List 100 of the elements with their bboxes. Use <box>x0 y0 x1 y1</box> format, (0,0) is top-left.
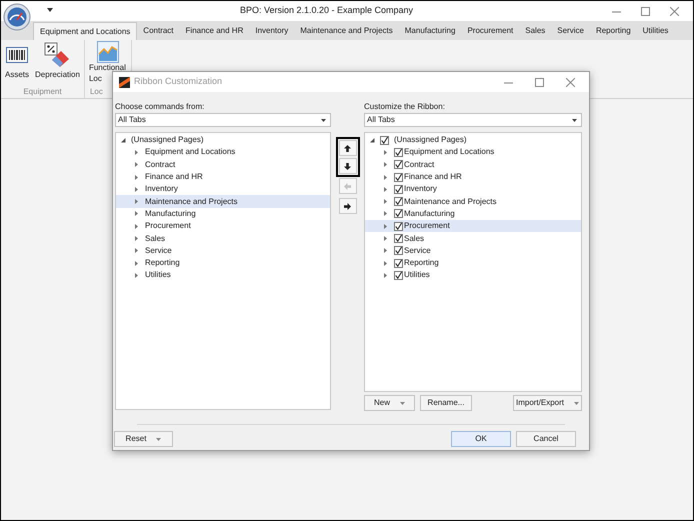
caret-icon[interactable] <box>134 248 139 254</box>
tree-row[interactable]: Finance and HR <box>365 170 581 184</box>
ribbon-button[interactable]: Assets <box>3 42 32 86</box>
caret-icon[interactable] <box>134 174 139 180</box>
caret-icon[interactable] <box>383 260 388 266</box>
tree-row[interactable]: Maintenance and Projects <box>365 195 581 208</box>
tree-row[interactable]: Contract <box>365 158 581 171</box>
caret-icon[interactable] <box>383 248 388 254</box>
tree-row[interactable]: Procurement <box>365 220 581 232</box>
dialog-button[interactable]: Cancel <box>516 431 576 447</box>
move-right-button[interactable] <box>338 198 356 214</box>
dialog-button[interactable]: New <box>364 395 415 411</box>
caret-icon[interactable] <box>383 224 388 229</box>
caret-icon[interactable] <box>383 199 388 204</box>
dialog-button[interactable]: Rename... <box>420 395 472 411</box>
dialog-button[interactable]: Reset <box>114 431 173 447</box>
tree-row[interactable]: Equipment and Locations <box>365 146 581 159</box>
tree-item-label: Procurement <box>404 222 450 230</box>
tree-row[interactable]: Contract <box>116 158 330 171</box>
ribbon-tab[interactable]: Finance and HR <box>180 22 250 40</box>
checkbox[interactable] <box>394 172 403 182</box>
maximize-icon[interactable] <box>535 78 544 86</box>
tree-row[interactable]: Sales <box>116 232 330 245</box>
tree-item-label: Contract <box>404 160 434 169</box>
tree-row[interactable]: Utilities <box>365 269 581 282</box>
tree-item-label: Inventory <box>145 185 178 194</box>
checkbox[interactable] <box>394 160 403 170</box>
caret-icon[interactable] <box>134 162 139 168</box>
tree-item[interactable]: (Unassigned Pages) <box>131 136 204 144</box>
caret-icon[interactable] <box>370 138 375 143</box>
caret-icon[interactable] <box>383 186 388 192</box>
checkbox[interactable] <box>394 246 403 256</box>
caret-icon[interactable] <box>134 224 139 229</box>
ribbon-tab[interactable]: Procurement <box>461 22 520 40</box>
move-up-button[interactable] <box>338 140 356 156</box>
checkbox[interactable] <box>394 258 403 268</box>
caret-icon[interactable] <box>121 138 126 143</box>
ribbon-group-label: Loc <box>88 86 104 98</box>
caret-icon[interactable] <box>134 150 139 155</box>
arrow-up-icon <box>344 144 351 152</box>
tree-row[interactable]: Inventory <box>116 183 330 196</box>
tree-row[interactable]: Service <box>116 244 330 257</box>
tree-row[interactable]: Utilities <box>116 269 330 282</box>
tree-row[interactable]: Reporting <box>116 256 330 270</box>
arrow-down-icon <box>344 162 351 170</box>
tree-item-label: Reporting <box>404 259 439 268</box>
tree-item-label: Maintenance and Projects <box>145 198 238 206</box>
tree-item[interactable]: (Unassigned Pages) <box>394 136 466 144</box>
caret-icon[interactable] <box>134 260 139 266</box>
ribbon-tab[interactable]: Manufacturing <box>398 22 462 40</box>
tree-row[interactable]: Reporting <box>365 256 581 270</box>
checkbox[interactable] <box>394 197 403 206</box>
tree-row[interactable]: Manufacturing <box>116 208 330 220</box>
tree-row[interactable]: Sales <box>365 232 581 245</box>
dropdown[interactable]: All Tabs <box>115 113 331 127</box>
caret-icon[interactable] <box>134 186 139 192</box>
dropdown[interactable]: All Tabs <box>364 113 582 127</box>
tree-row[interactable]: Service <box>365 244 581 257</box>
ribbon-tab[interactable]: Reporting <box>590 22 637 40</box>
caret-icon[interactable] <box>383 236 388 242</box>
tree-row[interactable]: Maintenance and Projects <box>116 195 330 208</box>
checkbox[interactable] <box>394 209 403 218</box>
ribbon-tab[interactable]: Sales <box>519 22 552 40</box>
close-icon[interactable] <box>566 78 575 86</box>
checkbox[interactable] <box>394 184 403 194</box>
caret-icon[interactable] <box>383 162 388 168</box>
tree-row[interactable]: Equipment and Locations <box>116 146 330 159</box>
maximize-icon[interactable] <box>641 6 650 16</box>
checkbox[interactable] <box>394 234 403 244</box>
checkbox[interactable] <box>394 148 403 157</box>
checkbox[interactable] <box>394 222 403 231</box>
dialog-button[interactable]: OK <box>451 431 511 447</box>
move-down-button[interactable] <box>338 158 356 174</box>
caret-icon[interactable] <box>383 150 388 155</box>
tree-row[interactable]: Inventory <box>365 183 581 196</box>
close-icon[interactable] <box>670 6 679 16</box>
quick-access-menu-icon[interactable] <box>47 8 53 12</box>
caret-icon[interactable] <box>134 211 139 216</box>
ribbon-tab[interactable]: Contract <box>137 22 180 40</box>
ribbon-tab[interactable]: Maintenance and Projects <box>294 22 399 40</box>
caret-icon[interactable] <box>134 272 139 278</box>
tree-row[interactable]: Procurement <box>116 220 330 232</box>
checkbox[interactable] <box>380 136 389 145</box>
caret-icon[interactable] <box>383 211 388 216</box>
app-logo-icon <box>119 76 130 88</box>
ribbon-tab[interactable]: Inventory <box>249 22 294 40</box>
dialog-button[interactable]: Import/Export <box>513 395 582 411</box>
ribbon-button[interactable]: Depreciation <box>33 42 82 86</box>
tree-row[interactable]: Manufacturing <box>365 208 581 220</box>
dropdown-arrow-icon <box>572 118 577 122</box>
caret-icon[interactable] <box>383 272 388 278</box>
tree-row[interactable]: Finance and HR <box>116 170 330 184</box>
caret-icon[interactable] <box>134 199 139 204</box>
caret-icon[interactable] <box>383 174 388 180</box>
ribbon-tab[interactable]: Service <box>551 22 590 40</box>
tree-item-label: Sales <box>145 234 166 243</box>
checkbox[interactable] <box>394 270 403 280</box>
caret-icon[interactable] <box>134 236 139 242</box>
ribbon-tab[interactable]: Utilities <box>636 22 674 40</box>
ribbon-tab[interactable]: Equipment and Locations <box>33 22 138 40</box>
